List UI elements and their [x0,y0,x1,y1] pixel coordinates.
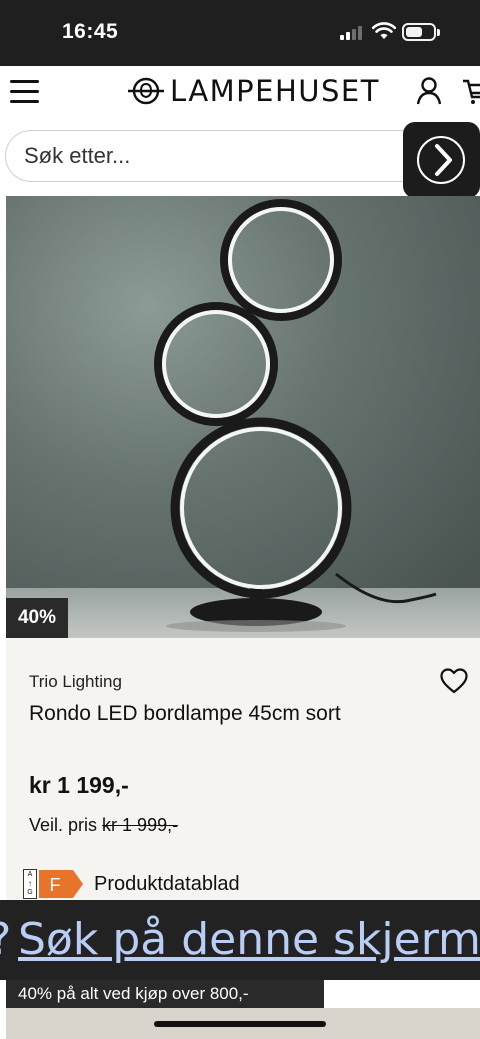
status-bar: 16:45 [0,0,480,66]
product-title[interactable]: Rondo LED bordlampe 45cm sort [29,702,341,726]
site-logo[interactable]: LAMPEHUSET [128,74,380,108]
cart-icon[interactable] [462,76,480,106]
energy-class-text: F [50,875,61,895]
energy-class-arrow: F [39,870,83,898]
chevron-right-icon [435,144,452,176]
home-indicator[interactable] [154,1021,326,1027]
search-input[interactable]: Søk etter... [5,130,445,182]
promo-banner: 40% på alt ved kjøp over 800,- [6,980,324,1008]
energy-label[interactable]: A ↑ G F [23,869,83,899]
regular-price-value: kr 1 999,- [102,815,179,835]
cellular-signal-icon [340,26,366,40]
regular-price: Veil. pris kr 1 999,- [29,815,178,836]
screen-search-text[interactable]: Søk på denne skjermen [18,914,480,965]
product-card[interactable]: 40% Trio Lighting Rondo LED bordlampe 45… [6,196,480,966]
user-icon[interactable] [414,76,444,106]
energy-scale: A ↑ G [23,869,37,899]
search-bar: Søk etter... [0,118,480,198]
lampehuset-logo-icon [128,77,164,105]
site-header: LAMPEHUSET [0,66,480,118]
status-time: 16:45 [62,20,119,43]
regular-price-label: Veil. pris [29,815,98,835]
logo-text: LAMPEHUSET [170,74,380,108]
lens-icon: ? [0,914,11,965]
battery-icon [402,23,440,41]
screen-search-banner[interactable]: ? Søk på denne skjermen [0,900,480,980]
menu-icon[interactable] [10,80,40,104]
discount-badge: 40% [6,598,68,638]
product-price: kr 1 199,- [29,772,129,798]
datasheet-link[interactable]: Produktdatablad [94,873,240,896]
product-brand: Trio Lighting [29,672,122,691]
wifi-icon [372,22,396,39]
product-image[interactable] [6,196,480,638]
heart-icon[interactable] [440,668,468,694]
search-submit-button[interactable] [403,122,480,198]
